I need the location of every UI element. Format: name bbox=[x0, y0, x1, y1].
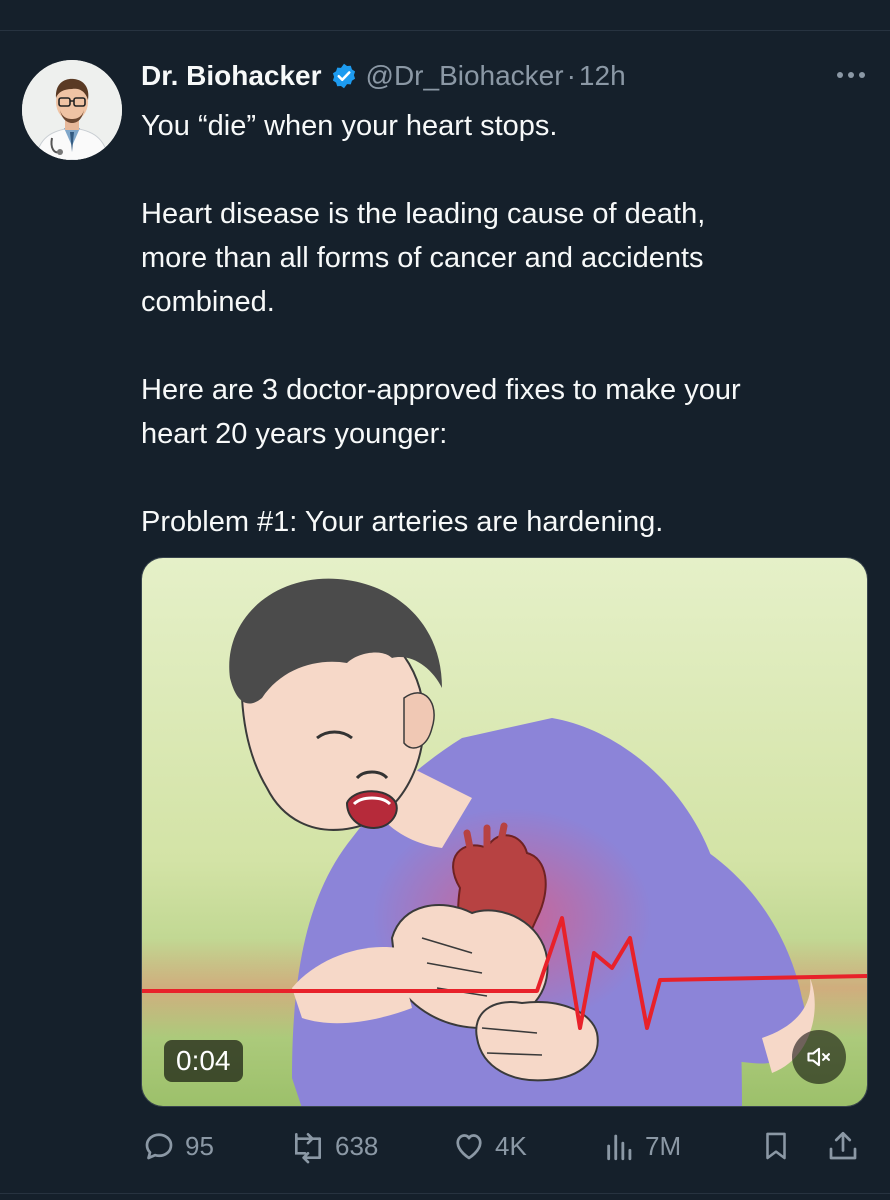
like-count: 4K bbox=[495, 1130, 527, 1161]
tweet-line: more than all forms of cancer and accide… bbox=[141, 242, 704, 274]
views-button[interactable]: 7M bbox=[603, 1122, 681, 1170]
bookmark-button[interactable] bbox=[759, 1122, 793, 1170]
tweet-line: Heart disease is the leading cause of de… bbox=[141, 198, 706, 230]
video-duration: 0:04 bbox=[164, 1040, 243, 1082]
tweet-line: Here are 3 doctor-approved fixes to make… bbox=[141, 374, 741, 406]
bookmark-icon bbox=[759, 1127, 793, 1165]
reply-icon bbox=[141, 1128, 177, 1164]
handle[interactable]: @Dr_Biohacker bbox=[366, 60, 564, 92]
tweet-line: Problem #1: Your arteries are hardening. bbox=[141, 506, 664, 538]
repost-button[interactable]: 638 bbox=[289, 1122, 378, 1170]
tweet-detail-page: Dr. Biohacker @Dr_Biohacker · 12h You “d… bbox=[0, 0, 890, 1200]
repost-icon bbox=[289, 1128, 327, 1164]
share-icon bbox=[825, 1127, 861, 1165]
heart-icon bbox=[451, 1128, 487, 1164]
video-player[interactable]: 0:04 bbox=[141, 557, 868, 1107]
reply-button[interactable]: 95 bbox=[141, 1122, 214, 1170]
tweet-text: You “die” when your heart stops. Heart d… bbox=[141, 104, 871, 544]
repost-count: 638 bbox=[335, 1130, 379, 1161]
tweet-header: Dr. Biohacker @Dr_Biohacker · 12h bbox=[141, 56, 626, 96]
views-chart-icon bbox=[603, 1128, 637, 1164]
doctor-avatar-icon bbox=[22, 60, 122, 160]
share-button[interactable] bbox=[825, 1122, 861, 1170]
tweet-line: combined. bbox=[141, 286, 275, 318]
avatar[interactable] bbox=[22, 60, 122, 160]
separator-dot: · bbox=[566, 60, 576, 91]
tweet-line: You “die” when your heart stops. bbox=[141, 110, 558, 142]
timestamp[interactable]: 12h bbox=[579, 60, 626, 92]
more-options-icon[interactable] bbox=[834, 60, 868, 90]
like-button[interactable]: 4K bbox=[451, 1122, 527, 1170]
view-count: 7M bbox=[645, 1130, 682, 1161]
top-divider bbox=[0, 30, 890, 31]
action-bar: 95 638 4K 7M bbox=[141, 1122, 871, 1170]
tweet-line: heart 20 years younger: bbox=[141, 418, 448, 450]
reply-count: 95 bbox=[185, 1130, 214, 1161]
display-name[interactable]: Dr. Biohacker bbox=[141, 60, 322, 92]
mute-toggle-icon[interactable] bbox=[792, 1030, 846, 1084]
video-thumbnail bbox=[142, 558, 867, 1106]
bottom-divider bbox=[0, 1193, 890, 1194]
verified-badge-icon[interactable] bbox=[330, 62, 358, 90]
